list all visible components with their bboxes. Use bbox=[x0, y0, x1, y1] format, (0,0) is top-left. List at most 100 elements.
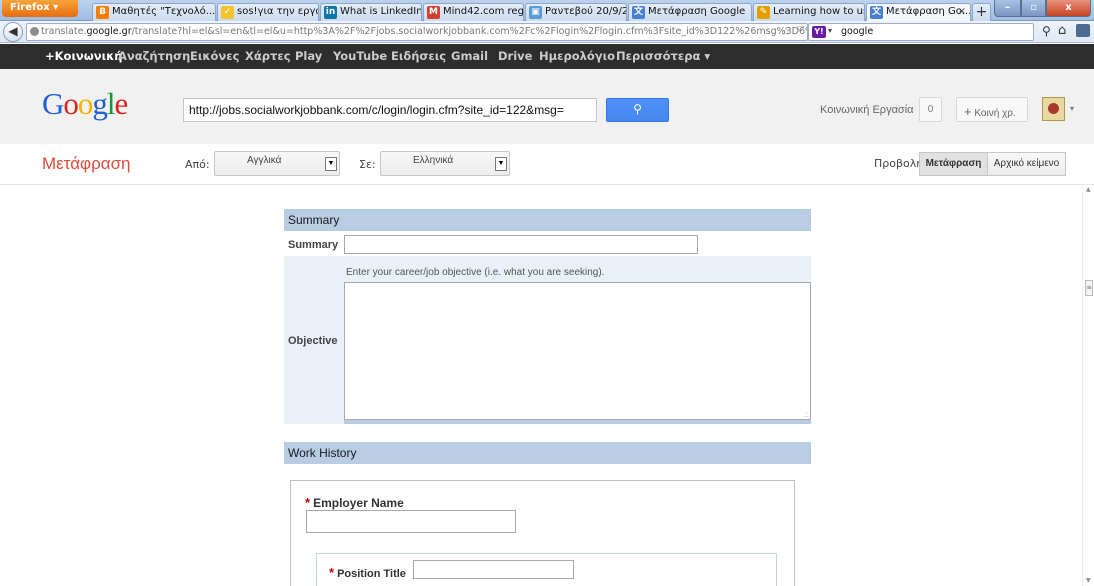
translate-title[interactable]: Μετάφραση bbox=[42, 154, 131, 174]
summary-input[interactable] bbox=[344, 235, 698, 254]
tab-label: sos!για την εργασια... bbox=[237, 6, 318, 17]
url-domain: google.gr bbox=[86, 26, 132, 37]
search-engine-dropdown-icon[interactable]: ▾ bbox=[828, 26, 832, 35]
new-tab-button[interactable]: + bbox=[972, 3, 991, 21]
blogger-icon: B bbox=[96, 6, 109, 19]
minimize-button[interactable]: – bbox=[994, 0, 1021, 17]
gbar-link[interactable]: Play bbox=[295, 49, 322, 63]
logo-letter: o bbox=[77, 86, 93, 121]
work-history-section-heading: Work History bbox=[284, 442, 811, 464]
gbar-link[interactable]: Χάρτες bbox=[245, 49, 291, 63]
browser-tab[interactable]: ▣Ραντεβού 20/9/201... bbox=[525, 3, 627, 21]
browser-tab[interactable]: B Μαθητές "Τεχνολό... bbox=[92, 3, 216, 21]
position-title-input[interactable] bbox=[413, 560, 574, 579]
logo-letter: g bbox=[92, 86, 107, 121]
logo-letter: l bbox=[106, 86, 116, 121]
source-language-value: Αγγλικά bbox=[247, 155, 282, 166]
notifications-count[interactable]: 0 bbox=[919, 97, 942, 122]
logo-letter: G bbox=[42, 86, 64, 121]
url-dropdown-icon[interactable]: ▽ bbox=[797, 25, 804, 35]
avatar[interactable] bbox=[1042, 97, 1065, 121]
user-name[interactable]: Κοινωνική Εργασία bbox=[820, 104, 914, 116]
summary-section-heading: Summary bbox=[284, 209, 811, 231]
bookmark-star-icon[interactable]: ☆ bbox=[781, 25, 791, 38]
search-bar[interactable]: Y! ▾ google bbox=[808, 23, 1034, 41]
gbar-link[interactable]: Ειδήσεις bbox=[391, 49, 446, 63]
google-header: Google http://jobs.socialworkjobbank.com… bbox=[0, 69, 1094, 144]
summary-row: Summary bbox=[284, 231, 811, 256]
objective-label: Objective bbox=[288, 335, 338, 347]
google-search-input[interactable]: http://jobs.socialworkjobbank.com/c/logi… bbox=[183, 98, 597, 122]
tab-label: Μαθητές "Τεχνολό... bbox=[112, 6, 216, 17]
summary-label: Summary bbox=[288, 239, 339, 251]
page-scrollbar[interactable]: ▲ ≡ ▼ bbox=[1082, 186, 1094, 586]
gbar-link[interactable]: Ημερολόγιο bbox=[539, 49, 615, 63]
from-label: Από: bbox=[185, 158, 210, 171]
google-search-button[interactable]: ⚲ bbox=[606, 98, 669, 122]
gbar-link[interactable]: Περισσότερα ▾ bbox=[616, 49, 710, 63]
target-language-value: Ελληνικά bbox=[413, 155, 454, 166]
maximize-button[interactable]: ▫ bbox=[1021, 0, 1046, 17]
gbar-link[interactable]: Εικόνες bbox=[190, 49, 239, 63]
site-identity-icon[interactable] bbox=[30, 27, 39, 36]
browser-tab[interactable]: ✓sos!για την εργασια... bbox=[217, 3, 319, 21]
navigation-bar: ◀ translate.google.gr/translate?hl=el&sl… bbox=[0, 21, 1094, 43]
gmail-icon: M bbox=[427, 6, 440, 19]
objective-textarea[interactable]: .: bbox=[344, 282, 811, 420]
view-original-button[interactable]: Αρχικό κείμενο bbox=[987, 152, 1066, 176]
tab-label: Μετάφραση Google bbox=[648, 6, 746, 17]
tab-label: Ραντεβού 20/9/201... bbox=[545, 6, 626, 17]
gbar-link[interactable]: Gmail bbox=[451, 49, 488, 63]
share-label: Κοινή χρ. bbox=[974, 108, 1016, 119]
google-logo[interactable]: Google bbox=[42, 86, 129, 122]
window-controls: – ▫ x bbox=[994, 0, 1092, 18]
close-tab-icon[interactable]: × bbox=[958, 6, 966, 17]
chevron-down-icon[interactable]: ▼ bbox=[325, 157, 337, 171]
url-prefix: translate. bbox=[41, 26, 87, 37]
employer-name-text: Employer Name bbox=[313, 496, 404, 510]
share-button[interactable]: + Κοινή χρ. bbox=[956, 97, 1028, 122]
tab-label: Learning how to us... bbox=[773, 6, 864, 17]
logo-letter: o bbox=[63, 86, 78, 121]
search-magnifier-icon[interactable]: ⚲ bbox=[1042, 24, 1051, 38]
back-arrow-icon: ◀ bbox=[8, 24, 18, 38]
resize-grip-icon[interactable]: .: bbox=[804, 410, 808, 419]
tab-label: Mind42.com registr... bbox=[443, 6, 524, 17]
scroll-down-icon[interactable]: ▼ bbox=[1086, 577, 1091, 584]
close-window-button[interactable]: x bbox=[1046, 0, 1091, 17]
scroll-thumb[interactable]: ≡ bbox=[1085, 280, 1093, 296]
gbar-link[interactable]: +Κοινωνική bbox=[45, 49, 122, 63]
gbar-link[interactable]: Drive bbox=[498, 49, 532, 63]
yahoo-icon[interactable]: Y! bbox=[812, 26, 826, 38]
target-language-select[interactable]: Ελληνικά ▼ bbox=[380, 151, 510, 176]
home-icon[interactable]: ⌂ bbox=[1058, 23, 1066, 38]
browser-tab[interactable]: MMind42.com registr... bbox=[423, 3, 524, 21]
employer-name-input[interactable] bbox=[306, 510, 516, 533]
calendar-icon: ▣ bbox=[529, 6, 542, 19]
google-top-bar: +Κοινωνική Αναζήτηση Εικόνες Χάρτες Play YouT… bbox=[0, 44, 1094, 69]
url-bar[interactable]: translate.google.gr/translate?hl=el&sl=e… bbox=[26, 23, 808, 41]
scroll-up-icon[interactable]: ▲ bbox=[1086, 186, 1091, 193]
view-translation-button[interactable]: Μετάφραση bbox=[919, 152, 988, 176]
search-bar-value: google bbox=[841, 26, 874, 37]
gbar-link[interactable]: YouTube bbox=[333, 49, 387, 63]
gbar-link[interactable]: Αναζήτηση bbox=[118, 49, 190, 63]
browser-tab[interactable]: inWhat is LinkedIn? | ... bbox=[320, 3, 422, 21]
employer-name-label: * Employer Name bbox=[305, 495, 404, 510]
translate-icon: 文 bbox=[870, 6, 883, 19]
objective-hint: Enter your career/job objective (i.e. wh… bbox=[346, 267, 605, 278]
browser-tab[interactable]: 文 Μετάφραση Google bbox=[628, 3, 752, 21]
logo-letter: e bbox=[114, 86, 129, 121]
browser-tab[interactable]: ✎Learning how to us... bbox=[753, 3, 865, 21]
search-icon: ⚲ bbox=[633, 102, 642, 116]
firefox-menu-button[interactable]: Firefox ▾ bbox=[2, 0, 78, 17]
account-dropdown-icon[interactable]: ▾ bbox=[1070, 104, 1074, 113]
required-marker: * bbox=[305, 495, 311, 510]
chevron-down-icon[interactable]: ▼ bbox=[495, 157, 507, 171]
browser-tab[interactable]: 文 Μετάφραση Go... × bbox=[866, 3, 971, 22]
back-button[interactable]: ◀ bbox=[3, 22, 23, 42]
bookmarks-menu-icon[interactable] bbox=[1076, 24, 1090, 37]
checkmark-icon: ✓ bbox=[221, 6, 234, 19]
url-path: /translate?hl=el&sl=en&tl=el&u=http%3A%2… bbox=[131, 26, 808, 37]
source-language-select[interactable]: Αγγλικά ▼ bbox=[214, 151, 340, 176]
